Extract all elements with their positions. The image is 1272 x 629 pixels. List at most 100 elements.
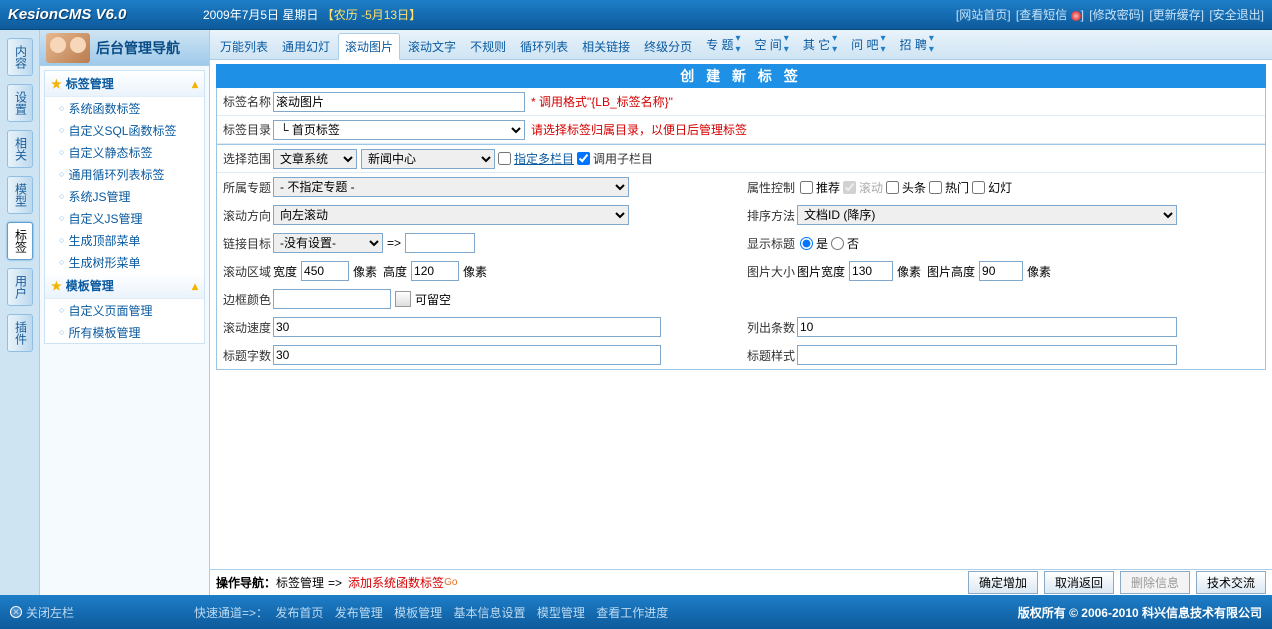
select-module[interactable]: 文章系统 [273,149,357,169]
chevron-down-icon: ▾▾ [929,33,934,55]
quick-link[interactable]: 查看工作进度 [596,606,668,620]
nav-column: 后台管理导航 ★ 标签管理 ▴ 系统函数标签 自定义SQL函数标签 自定义静态标… [40,30,210,595]
tab[interactable]: 终级分页 [638,34,698,59]
expand-icon: ▴ [192,77,198,91]
input-link-target-value[interactable] [405,233,475,253]
tab[interactable]: 循环列表 [514,34,574,59]
side-tab-model[interactable]: 模型 [7,176,33,214]
checkbox-headline[interactable] [886,181,899,194]
breadcrumb-path: 标签管理 [276,574,324,591]
quick-link[interactable]: 发布首页 [275,606,323,620]
checkbox-slide[interactable] [972,181,985,194]
label-scroll-speed: 滚动速度 [217,319,273,336]
nav-section-templates[interactable]: ★ 模板管理 ▴ [45,273,204,299]
label-attr-control: 属性控制 [741,179,797,196]
checkbox-recommend[interactable] [800,181,813,194]
nav-item[interactable]: 所有模板管理 [45,321,204,343]
label-title-style: 标题样式 [741,347,797,364]
confirm-add-button[interactable]: 确定增加 [968,571,1038,594]
label-can-empty: 可留空 [415,291,451,308]
checkbox-use-sub[interactable] [577,152,590,165]
close-left-panel[interactable]: ✕ 关闭左栏 [10,604,74,621]
eq-label: => [387,236,401,250]
top-header: KesionCMS V6.0 2009年7月5日 星期日 【农历 -5月13日】… [0,0,1272,30]
date-area: 2009年7月5日 星期日 【农历 -5月13日】 [203,6,954,23]
star-icon: ★ [51,279,62,293]
tab-dropdown[interactable]: 问 吧▾▾ [845,30,891,59]
input-border-color[interactable] [273,289,391,309]
side-tab-plugins[interactable]: 插件 [7,314,33,352]
side-tab-user[interactable]: 用户 [7,268,33,306]
label-link-target: 链接目标 [217,235,273,252]
side-tab-tags[interactable]: 标签 [7,222,33,260]
quick-link[interactable]: 基本信息设置 [453,606,525,620]
select-topic[interactable]: - 不指定专题 - [273,177,629,197]
select-sort-by[interactable]: 文档ID (降序) [797,205,1177,225]
input-scroll-height[interactable] [411,261,459,281]
mail-icon [1071,11,1081,21]
radio-show-title-yes[interactable] [800,237,813,250]
input-list-count[interactable] [797,317,1177,337]
nav-item[interactable]: 系统JS管理 [45,185,204,207]
tab[interactable]: 相关链接 [576,34,636,59]
input-img-width[interactable] [849,261,893,281]
link-multi-column[interactable]: 指定多栏目 [514,150,574,167]
tab[interactable]: 滚动文字 [402,34,462,59]
input-img-height[interactable] [979,261,1023,281]
select-link-target[interactable]: -没有设置- [273,233,383,253]
input-scroll-speed[interactable] [273,317,661,337]
link-home[interactable]: [网站首页] [956,8,1011,22]
tab[interactable]: 万能列表 [214,34,274,59]
close-icon: ✕ [10,606,22,618]
nav-item[interactable]: 自定义SQL函数标签 [45,119,204,141]
quick-link[interactable]: 模板管理 [394,606,442,620]
side-tab-settings[interactable]: 设置 [7,84,33,122]
label-img-size: 图片大小 [741,263,797,280]
nav-item[interactable]: 生成顶部菜单 [45,229,204,251]
nav-section-tags[interactable]: ★ 标签管理 ▴ [45,71,204,97]
input-title-chars[interactable] [273,345,661,365]
nav-item[interactable]: 自定义页面管理 [45,299,204,321]
checkbox-multi-column[interactable] [498,152,511,165]
nav-item[interactable]: 自定义JS管理 [45,207,204,229]
link-logout[interactable]: [安全退出] [1209,8,1264,22]
input-scroll-width[interactable] [301,261,349,281]
select-tag-dir[interactable]: └ 首页标签 [273,120,525,140]
nav-item[interactable]: 自定义静态标签 [45,141,204,163]
checkbox-hot[interactable] [929,181,942,194]
tab-dropdown[interactable]: 空 间▾▾ [748,30,794,59]
side-tab-content[interactable]: 内容 [7,38,33,76]
label-scroll-area: 滚动区域 [217,263,273,280]
nav-item[interactable]: 生成树形菜单 [45,251,204,273]
input-title-style[interactable] [797,345,1177,365]
link-password[interactable]: [修改密码] [1089,8,1144,22]
label-range: 选择范围 [217,150,273,167]
expand-icon: ▴ [192,279,198,293]
tab-dropdown[interactable]: 专 题▾▾ [700,30,746,59]
color-picker-icon[interactable] [395,291,411,307]
delete-info-button[interactable]: 删除信息 [1120,571,1190,594]
tab-active[interactable]: 滚动图片 [338,33,400,60]
breadcrumb-go: Go [444,577,457,588]
nav-item[interactable]: 系统函数标签 [45,97,204,119]
nav-item[interactable]: 通用循环列表标签 [45,163,204,185]
quick-link[interactable]: 发布管理 [335,606,383,620]
radio-show-title-no[interactable] [831,237,844,250]
cancel-back-button[interactable]: 取消返回 [1044,571,1114,594]
tab-dropdown[interactable]: 其 它▾▾ [797,30,843,59]
tab[interactable]: 不规则 [464,34,512,59]
tab-dropdown[interactable]: 招 聘▾▾ [894,30,940,59]
footer-bar: ✕ 关闭左栏 快速通道=>： 发布首页 发布管理 模板管理 基本信息设置 模型管… [0,595,1272,629]
quick-link[interactable]: 模型管理 [537,606,585,620]
link-refresh-cache[interactable]: [更新缓存] [1149,8,1204,22]
select-scroll-dir[interactable]: 向左滚动 [273,205,629,225]
tech-exchange-button[interactable]: 技术交流 [1196,571,1266,594]
link-inbox[interactable]: [查看短信 ] [1016,8,1084,22]
hint-tag-dir: 请选择标签归属目录，以便日后管理标签 [531,121,747,138]
side-tab-related[interactable]: 相关 [7,130,33,168]
tab[interactable]: 通用幻灯 [276,34,336,59]
input-tag-name[interactable] [273,92,525,112]
quick-links: 快速通道=>： 发布首页 发布管理 模板管理 基本信息设置 模型管理 查看工作进… [74,604,1018,621]
breadcrumb-action: 添加系统函数标签 [348,574,444,591]
select-channel[interactable]: 新闻中心 [361,149,495,169]
